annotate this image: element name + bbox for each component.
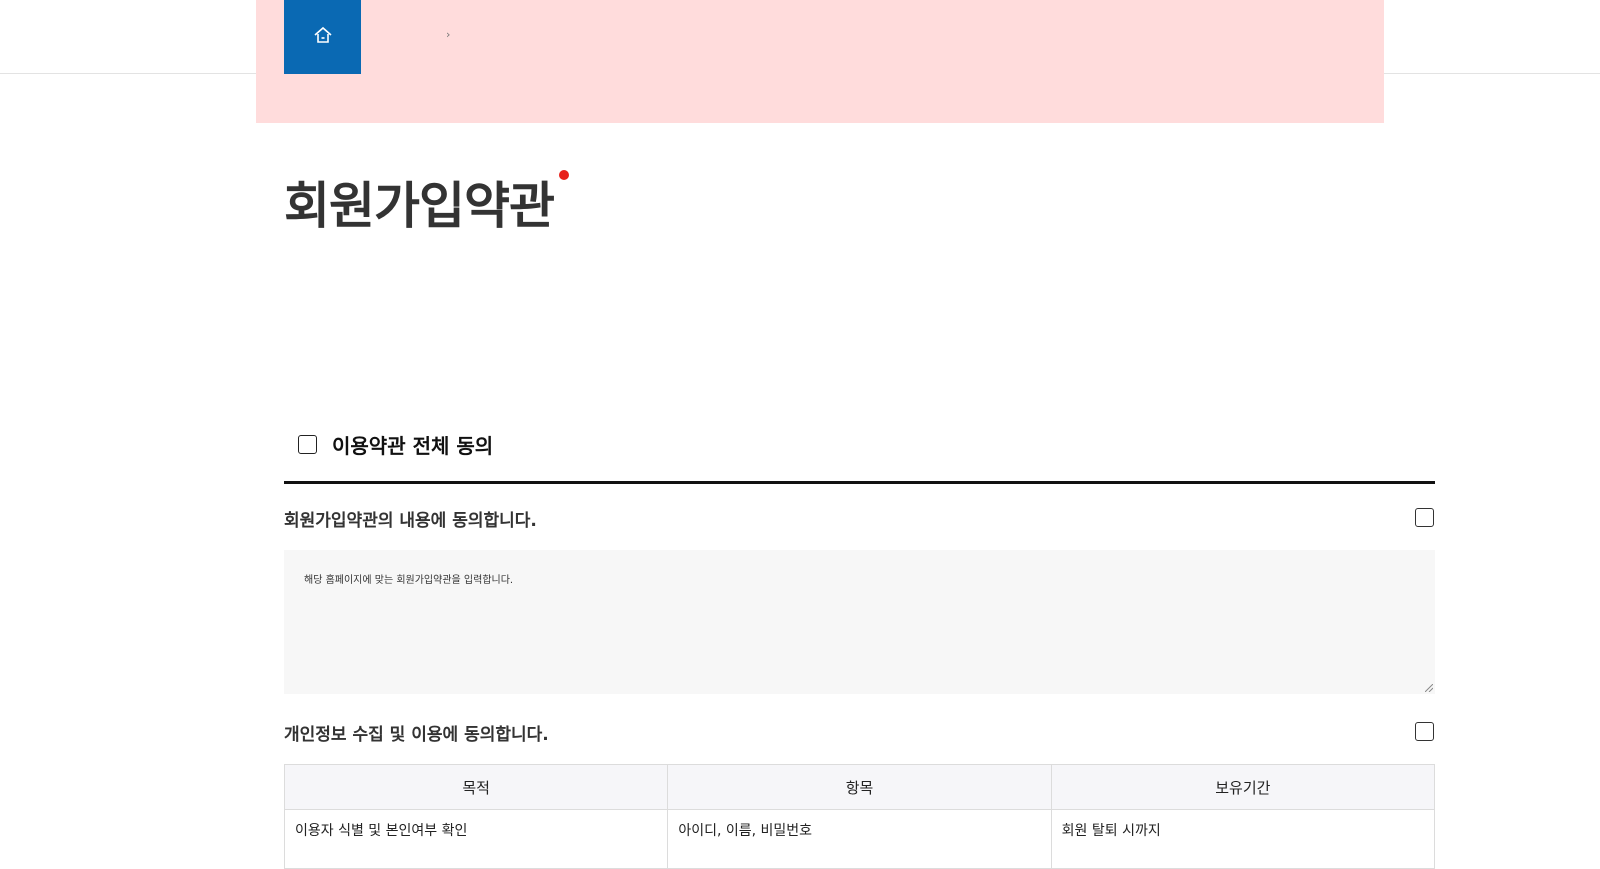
table-cell-purpose: 이용자 식별 및 본인여부 확인 (283, 809, 669, 869)
table-header-items: 항목 (667, 764, 1052, 810)
table-cell-items: 아이디, 이름, 비밀번호 (667, 809, 1052, 869)
home-icon (312, 24, 334, 50)
resize-grip-icon[interactable] (1425, 684, 1433, 692)
title-accent-dot (559, 170, 569, 180)
table-cell-retention: 회원 탈퇴 시까지 (1050, 809, 1436, 869)
privacy-section-title: 개인정보 수집 및 이용에 동의합니다. (284, 725, 549, 745)
section-divider (284, 481, 1435, 484)
terms-agree-checkbox[interactable] (1415, 508, 1434, 527)
breadcrumb-highlight (256, 0, 1384, 123)
privacy-table: 목적 항목 보유기간 이용자 식별 및 본인여부 확인 아이디, 이름, 비밀번… (283, 764, 1436, 869)
terms-textarea[interactable]: 해당 홈페이지에 맞는 회원가입약관을 입력합니다. (284, 550, 1435, 694)
page-title: 회원가입약관 (284, 177, 555, 235)
table-header-retention: 보유기간 (1050, 764, 1436, 810)
agree-all-row[interactable]: 이용약관 전체 동의 (298, 430, 493, 459)
terms-section-title: 회원가입약관의 내용에 동의합니다. (284, 511, 537, 531)
privacy-agree-checkbox[interactable] (1415, 722, 1434, 741)
agree-all-label[interactable]: 이용약관 전체 동의 (332, 430, 493, 459)
table-header-purpose: 목적 (283, 764, 669, 810)
agree-all-checkbox[interactable] (298, 435, 317, 454)
home-button[interactable] (284, 0, 361, 74)
terms-content: 해당 홈페이지에 맞는 회원가입약관을 입력합니다. (304, 575, 514, 586)
table-row: 이용자 식별 및 본인여부 확인 아이디, 이름, 비밀번호 회원 탈퇴 시까지 (283, 809, 1436, 869)
breadcrumb-separator: › (446, 28, 451, 41)
